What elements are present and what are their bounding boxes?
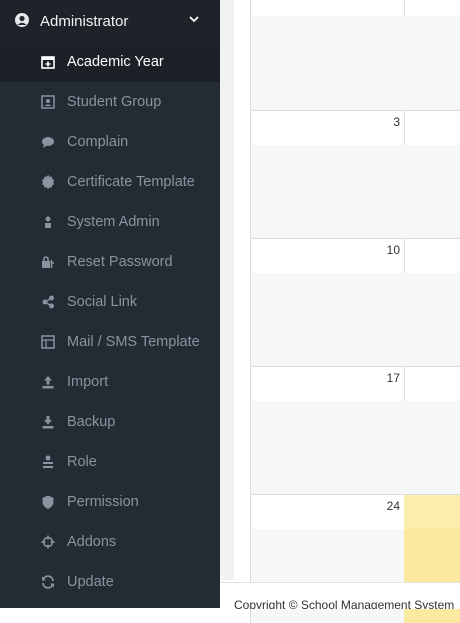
calendar-week-row xyxy=(250,0,460,110)
calendar-day-cell[interactable]: 3 xyxy=(250,111,405,239)
calendar-day-cell[interactable] xyxy=(404,239,460,367)
calendar-day-number: 17 xyxy=(386,371,400,385)
calendar-day-number: 10 xyxy=(386,243,400,257)
sidebar-item-label: Addons xyxy=(67,534,117,550)
sidebar-item-academic-year[interactable]: Academic Year xyxy=(0,42,220,82)
sidebar-item-addons[interactable]: Addons xyxy=(0,522,220,562)
calendar-day-cell[interactable] xyxy=(404,0,460,110)
certificate-icon xyxy=(40,174,56,190)
page-footer: Copyright © School Management System xyxy=(220,582,460,609)
sidebar-group-title: Administrator xyxy=(40,13,129,30)
sidebar-item-label: Backup xyxy=(67,414,116,430)
sidebar-item-label: Certificate Template xyxy=(67,174,195,190)
sidebar-item-social-link[interactable]: Social Link xyxy=(0,282,220,322)
sidebar: Administrator Academic Year Student Grou… xyxy=(0,0,220,608)
sidebar-item-label: Reset Password xyxy=(67,254,173,270)
template-icon xyxy=(40,334,56,350)
sidebar-item-complain[interactable]: Complain xyxy=(0,122,220,162)
calendar-icon xyxy=(40,54,56,70)
sidebar-item-reset-password[interactable]: Reset Password xyxy=(0,242,220,282)
calendar-day-number: 24 xyxy=(386,499,400,513)
chat-icon xyxy=(40,134,56,150)
sidebar-item-label: Update xyxy=(67,574,114,590)
sidebar-item-label: Social Link xyxy=(67,294,138,310)
calendar-week-row: 10 xyxy=(250,238,460,367)
role-icon xyxy=(40,454,56,470)
sidebar-item-mail-sms-template[interactable]: Mail / SMS Template xyxy=(0,322,220,362)
sidebar-group-administrator[interactable]: Administrator xyxy=(0,0,220,42)
sidebar-item-certificate-template[interactable]: Certificate Template xyxy=(0,162,220,202)
sidebar-item-system-admin[interactable]: System Admin xyxy=(0,202,220,242)
sidebar-item-label: Academic Year xyxy=(67,54,164,70)
copyright-text: Copyright © School Management System xyxy=(234,598,455,609)
sidebar-item-backup[interactable]: Backup xyxy=(0,402,220,442)
calendar-day-cell[interactable]: 17 xyxy=(250,367,405,495)
sidebar-item-label: Complain xyxy=(67,134,129,150)
calendar-day-cell[interactable] xyxy=(404,111,460,239)
lock-key-icon xyxy=(40,254,56,270)
share-icon xyxy=(40,294,56,310)
refresh-icon xyxy=(40,574,56,590)
calendar-month-grid: 3 10 17 24 xyxy=(250,0,460,623)
calendar-day-cell[interactable] xyxy=(250,0,405,110)
calendar-week-row: 3 xyxy=(250,110,460,239)
sidebar-item-label: Permission xyxy=(67,494,139,510)
sidebar-item-label: Role xyxy=(67,454,97,470)
upload-icon xyxy=(40,374,56,390)
sidebar-item-role[interactable]: Role xyxy=(0,442,220,482)
calendar-week-row: 17 xyxy=(250,366,460,495)
chevron-down-icon[interactable] xyxy=(188,12,200,24)
sidebar-item-label: Import xyxy=(67,374,109,390)
sidebar-item-import[interactable]: Import xyxy=(0,362,220,402)
download-icon xyxy=(40,414,56,430)
sidebar-item-permission[interactable]: Permission xyxy=(0,482,220,522)
group-icon xyxy=(40,94,56,110)
content-padding xyxy=(234,0,250,580)
calendar-day-cell[interactable]: 10 xyxy=(250,239,405,367)
shield-icon xyxy=(40,494,56,510)
user-avatar-icon xyxy=(14,12,30,28)
crosshair-icon xyxy=(40,534,56,550)
sidebar-item-label: Student Group xyxy=(67,94,162,110)
sidebar-item-label: Mail / SMS Template xyxy=(67,334,200,350)
sidebar-item-update[interactable]: Update xyxy=(0,562,220,602)
sidebar-item-student-group[interactable]: Student Group xyxy=(0,82,220,122)
calendar-day-cell[interactable] xyxy=(404,367,460,495)
admin-icon xyxy=(40,214,56,230)
content-gutter xyxy=(220,0,234,580)
sidebar-item-label: System Admin xyxy=(67,214,160,230)
calendar-day-number: 3 xyxy=(393,115,400,129)
